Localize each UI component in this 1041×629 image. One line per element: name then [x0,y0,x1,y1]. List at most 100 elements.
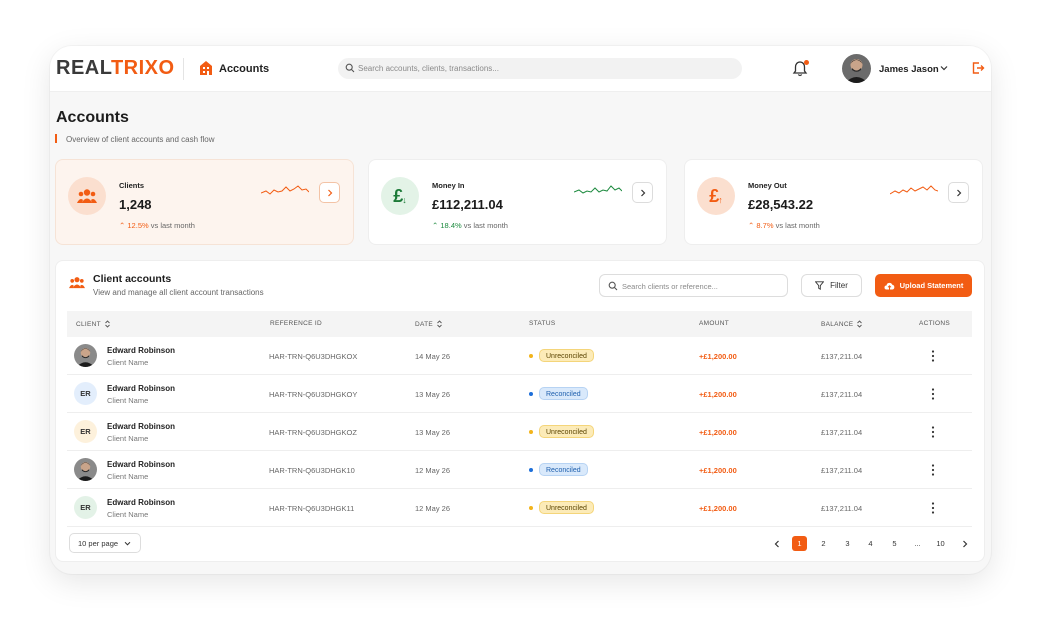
card-open-button[interactable] [319,182,340,203]
chevron-right-icon [962,540,967,547]
more-actions-icon[interactable] [929,463,937,477]
filter-button[interactable]: Filter [801,274,862,297]
column-status: STATUS [529,320,556,327]
client-subtitle: Client Name [107,510,149,519]
logout-icon[interactable] [971,61,985,75]
balance: £137,211.04 [821,466,863,475]
client-accounts-panel: Client accounts View and manage all clie… [55,260,985,562]
page-button-3[interactable]: 3 [840,536,855,551]
status-dot [529,392,533,396]
status-badge: Unreconciled [539,349,594,362]
client-name[interactable]: Edward Robinson [107,460,175,469]
card-label: Money Out [748,181,787,190]
column-actions: ACTIONS [919,320,950,327]
page-button-4[interactable]: 4 [863,536,878,551]
client-name[interactable]: Edward Robinson [107,384,175,393]
status-badge: Reconciled [539,463,588,476]
reference-id: HAR-TRN-Q6U3DHGKOY [269,390,358,399]
money-out-card: £ ↑ Money Out £28,543.22 ⌃ 8.7% vs last m… [684,159,983,245]
balance: £137,211.04 [821,352,863,361]
brand-logo[interactable]: REALTRIXO [56,57,175,80]
client-subtitle: Client Name [107,358,149,367]
top-bar: REALTRIXO Accounts James Jason [50,46,991,92]
filter-label: Filter [830,281,848,290]
transaction-date: 13 May 26 [415,390,451,399]
next-page-button[interactable] [957,536,972,551]
client-name[interactable]: Edward Robinson [107,346,175,355]
column-date[interactable]: DATE [415,320,442,328]
previous-page-button[interactable] [769,536,784,551]
notification-dot [804,60,809,65]
client-avatar [74,458,97,481]
reference-id: HAR-TRN-Q6U3DHGKOZ [269,428,357,437]
table-row[interactable]: ER Edward Robinson Client Name HAR-TRN-Q6U3… [67,489,972,527]
balance: £137,211.04 [821,390,863,399]
client-avatar: ER [74,496,97,519]
user-name[interactable]: James Jason [879,64,939,75]
client-name[interactable]: Edward Robinson [107,498,175,507]
sort-icon[interactable] [437,320,442,328]
status-badge: Unreconciled [539,501,594,514]
per-page-select[interactable]: 10 per page [69,533,141,553]
amount: +£1,200.00 [699,352,737,361]
sort-icon[interactable] [857,320,863,328]
page-button-10[interactable]: 10 [933,536,948,551]
trend-percent: 12.5% [127,221,149,230]
global-search[interactable] [338,58,742,79]
card-trend: ⌃ 8.7% vs last month [748,221,820,230]
card-open-button[interactable] [948,182,969,203]
sort-icon[interactable] [105,320,110,328]
user-avatar[interactable] [842,54,871,83]
trend-text: vs last month [150,221,195,230]
more-actions-icon[interactable] [929,387,937,401]
current-page-label: Accounts [219,63,270,75]
divider [183,58,184,80]
table-row[interactable]: ER Edward Robinson Client Name HAR-TRN-Q6U3… [67,413,972,451]
reference-id: HAR-TRN-Q6U3DHGKOX [269,352,358,361]
more-actions-icon[interactable] [929,501,937,515]
table-row[interactable]: ER Edward Robinson Client Name HAR-TRN-Q6U3… [67,375,972,413]
card-open-button[interactable] [632,182,653,203]
more-actions-icon[interactable] [929,425,937,439]
client-subtitle: Client Name [107,472,149,481]
cloud-upload-icon [884,282,894,290]
page-button-1[interactable]: 1 [792,536,807,551]
chevron-down-icon[interactable] [940,65,948,71]
column-balance[interactable]: BALANCE [821,320,863,328]
client-name[interactable]: Edward Robinson [107,422,175,431]
trend-percent: 18.4% [440,221,462,230]
card-trend: ⌃ 18.4% vs last month [432,221,508,230]
status-dot [529,354,533,358]
reference-id: HAR-TRN-Q6U3DHGK11 [269,504,355,513]
balance: £137,211.04 [821,504,863,513]
upload-statement-button[interactable]: Upload Statement [875,274,972,297]
client-subtitle: Client Name [107,434,149,443]
table-search[interactable] [599,274,788,297]
card-label: Clients [119,181,145,190]
trend-text: vs last month [463,221,508,230]
transaction-date: 12 May 26 [415,466,451,475]
table-row[interactable]: Edward Robinson Client Name HAR-TRN-Q6U3DH… [67,451,972,489]
chevron-left-icon [774,540,779,547]
search-icon [345,63,355,73]
filter-icon [815,281,825,290]
app-window: REALTRIXO Accounts James Jason Accounts … [50,46,991,574]
table-row[interactable]: Edward Robinson Client Name HAR-TRN-Q6U3DH… [67,337,972,375]
card-label: Money In [432,181,465,190]
column-client[interactable]: CLIENT [76,320,110,328]
users-icon [68,177,106,215]
amount: +£1,200.00 [699,504,737,513]
transaction-date: 13 May 26 [415,428,451,437]
per-page-label: 10 per page [78,538,119,548]
table-search-input[interactable] [622,278,782,294]
page-button-2[interactable]: 2 [816,536,831,551]
card-value: 1,248 [119,197,152,212]
global-search-input[interactable] [358,60,728,77]
status-badge: Reconciled [539,387,588,400]
more-actions-icon[interactable] [929,349,937,363]
trend-up-icon: ⌃ [748,221,755,230]
column-amount: AMOUNT [699,320,729,327]
chevron-right-icon [640,189,645,196]
page-subtitle: Overview of client accounts and cash flo… [66,135,215,144]
page-button-5[interactable]: 5 [887,536,902,551]
